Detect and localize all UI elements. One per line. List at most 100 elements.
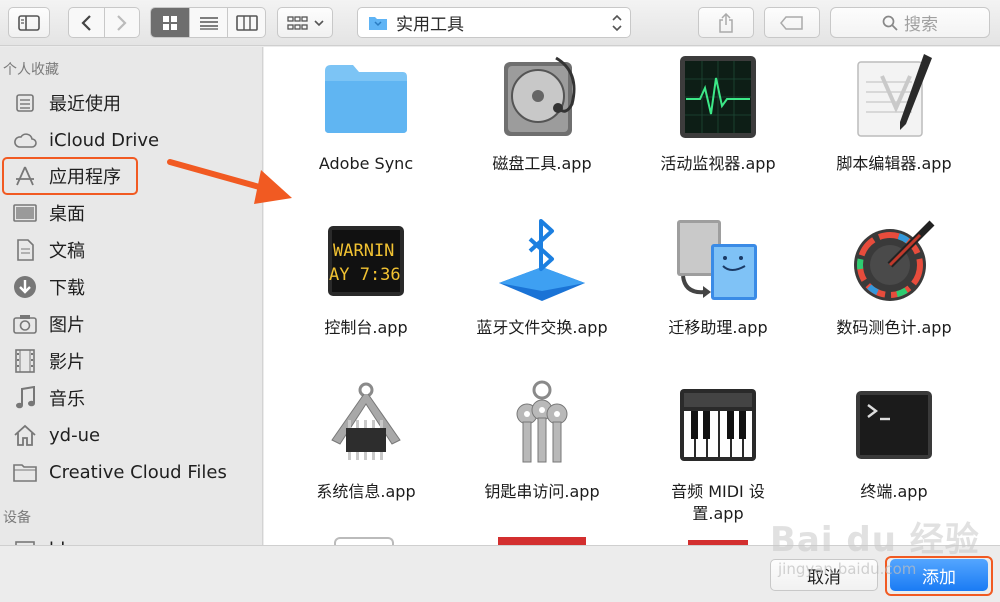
chevron-down-icon (313, 19, 324, 26)
folder-icon (12, 459, 38, 485)
file-name: 脚本编辑器.app (836, 154, 952, 173)
sidebar-item-label: iCloud Drive (49, 129, 160, 151)
path-label: 实用工具 (396, 15, 464, 35)
utilities-folder-icon (369, 17, 387, 30)
sidebar-item-home[interactable]: yd-ue (12, 419, 100, 451)
search-placeholder: 搜索 (904, 15, 938, 35)
file-item[interactable]: 蓝牙文件交换.app (457, 213, 627, 339)
file-name-line1: 音频 MIDI 设 (671, 482, 765, 501)
file-name: 控制台.app (324, 318, 408, 337)
applications-icon (12, 163, 38, 189)
sidebar-item-label: 影片 (49, 352, 85, 373)
sidebar-item-label: 应用程序 (49, 167, 121, 188)
file-item[interactable]: 终端.app (809, 377, 979, 503)
back-button[interactable] (69, 8, 104, 37)
back-forward-group (68, 7, 140, 38)
list-view-button[interactable] (189, 8, 227, 37)
sidebar-item-label: 图片 (49, 315, 85, 336)
file-item[interactable]: 脚本编辑器.app (809, 49, 979, 175)
file-item[interactable]: WARNIN AY 7:36 控制台.app (281, 213, 451, 339)
forward-button[interactable] (103, 8, 139, 37)
sidebar-item-label: Creative Cloud Files (49, 461, 227, 483)
file-item[interactable]: Adobe Sync (281, 49, 451, 175)
file-item[interactable]: 迁移助理.app (633, 213, 803, 339)
share-button[interactable] (698, 7, 754, 38)
sidebar-item-applications[interactable]: 应用程序 (12, 160, 121, 192)
sidebar-item-desktop[interactable]: 桌面 (12, 197, 85, 229)
activity-monitor-icon (670, 49, 766, 145)
file-name: 磁盘工具.app (492, 154, 592, 173)
sidebar-toggle-button[interactable] (8, 7, 50, 38)
blue-folder-icon (318, 49, 414, 145)
console-line1: WARNIN (333, 241, 394, 261)
color-meter-icon (846, 213, 942, 309)
sidebar-item-creative-cloud[interactable]: Creative Cloud Files (12, 456, 227, 488)
file-item[interactable]: 钥匙串访问.app (457, 377, 627, 503)
sidebar-item-music[interactable]: 音乐 (12, 382, 85, 414)
updown-chevron-icon (612, 14, 622, 32)
migration-assistant-icon (670, 213, 766, 309)
music-icon (12, 385, 38, 411)
toolbar: 实用工具 搜索 (0, 0, 1000, 46)
watermark: Bai du 经验 (770, 520, 980, 560)
share-icon (719, 12, 733, 33)
downloads-icon (12, 274, 38, 300)
annotation-arrow (167, 159, 292, 204)
desktop-icon (12, 200, 38, 226)
sidebar-item-device[interactable]: bb (12, 533, 72, 545)
column-view-button[interactable] (227, 8, 265, 37)
file-name: 钥匙串访问.app (484, 482, 600, 501)
sidebar-item-icloud[interactable]: iCloud Drive (12, 124, 159, 156)
terminal-icon (846, 377, 942, 473)
sidebar-item-documents[interactable]: 文稿 (12, 234, 85, 266)
file-item[interactable]: 活动监视器.app (633, 49, 803, 175)
file-item[interactable]: 数码测色计.app (809, 213, 979, 339)
columns-icon (235, 14, 258, 31)
file-grid: Adobe Sync 磁盘工具.app 活动监视器.app 脚本编辑器.app … (264, 47, 1000, 545)
sidebar-item-recents[interactable]: 最近使用 (12, 87, 121, 119)
file-item[interactable]: 音频 MIDI 设置.app (633, 377, 803, 525)
sidebar: 个人收藏 最近使用 iCloud Drive 应用程序 桌面 文稿 下载 图片 … (0, 47, 263, 545)
icon-view-button[interactable] (151, 8, 189, 37)
partial-icon (334, 537, 394, 545)
devices-header: 设备 (3, 510, 31, 526)
audio-midi-icon (670, 377, 766, 473)
file-name: 蓝牙文件交换.app (476, 318, 608, 337)
keychain-icon (494, 377, 590, 473)
favorites-header: 个人收藏 (3, 62, 59, 78)
home-icon (12, 422, 38, 448)
view-mode-group (150, 7, 266, 38)
group-icon (286, 15, 308, 30)
watermark-url: jingyan.baidu.com (778, 560, 917, 578)
tag-icon (780, 15, 803, 30)
chevron-left-icon (81, 14, 92, 31)
sidebar-item-label: 下载 (49, 278, 85, 299)
sidebar-item-downloads[interactable]: 下载 (12, 271, 85, 303)
tag-button[interactable] (764, 7, 820, 38)
path-popup[interactable]: 实用工具 (357, 7, 631, 38)
movies-icon (12, 348, 38, 374)
file-name: 活动监视器.app (660, 154, 776, 173)
arrange-button[interactable] (277, 7, 333, 38)
file-item[interactable]: 系统信息.app (281, 377, 451, 503)
file-item[interactable]: 磁盘工具.app (457, 49, 627, 175)
sidebar-item-movies[interactable]: 影片 (12, 345, 85, 377)
disk-utility-icon (494, 49, 590, 145)
sidebar-item-label: 音乐 (49, 389, 85, 410)
sidebar-item-label: 文稿 (49, 241, 85, 262)
search-input[interactable]: 搜索 (830, 7, 990, 38)
bluetooth-icon (494, 213, 590, 309)
sidebar-item-pictures[interactable]: 图片 (12, 308, 85, 340)
grid-icon (163, 15, 177, 30)
sidebar-icon (18, 14, 40, 31)
sidebar-item-label: 桌面 (49, 204, 85, 225)
search-icon (882, 15, 898, 31)
laptop-icon (12, 536, 38, 545)
cloud-icon (12, 127, 38, 153)
system-information-icon (318, 377, 414, 473)
file-name: 终端.app (860, 482, 928, 501)
chevron-right-icon (117, 14, 127, 31)
pictures-icon (12, 311, 38, 337)
console-icon: WARNIN AY 7:36 (318, 213, 414, 309)
file-name: 迁移助理.app (668, 318, 768, 337)
